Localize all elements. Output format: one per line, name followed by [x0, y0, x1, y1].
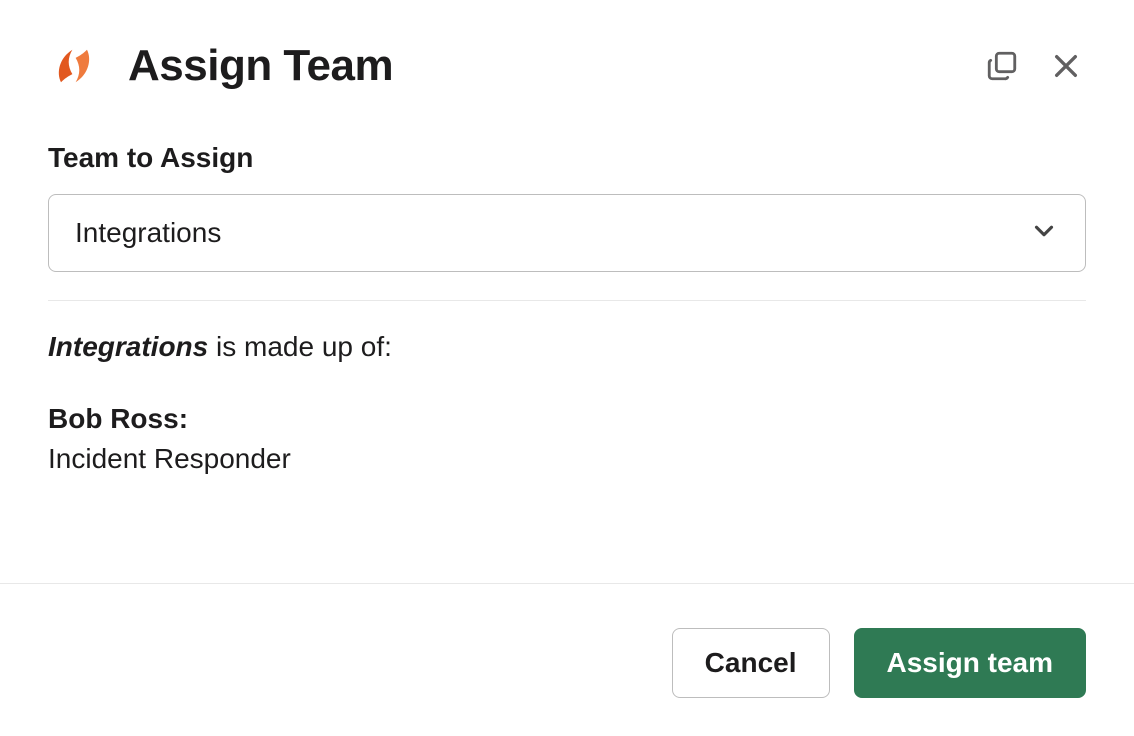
team-summary: Integrations is made up of:	[48, 331, 1086, 363]
member-role: Incident Responder	[48, 443, 1086, 475]
team-select[interactable]: Integrations	[48, 194, 1086, 272]
close-icon[interactable]	[1046, 46, 1086, 86]
header-actions	[982, 46, 1086, 86]
modal-footer: Cancel Assign team	[0, 583, 1134, 736]
modal-title: Assign Team	[128, 41, 982, 91]
summary-suffix: is made up of:	[208, 331, 392, 362]
cancel-button[interactable]: Cancel	[672, 628, 830, 698]
modal-header: Assign Team	[0, 0, 1134, 112]
summary-team-name: Integrations	[48, 331, 208, 362]
chevron-down-icon	[1029, 216, 1059, 251]
member-item: Bob Ross Incident Responder	[48, 403, 1086, 475]
member-name-line: Bob Ross	[48, 403, 1086, 435]
member-name: Bob Ross	[48, 403, 188, 434]
team-select-value: Integrations	[75, 217, 221, 249]
modal-body: Team to Assign Integrations Integrations…	[0, 112, 1134, 583]
app-logo-icon	[48, 40, 100, 92]
team-field-label: Team to Assign	[48, 142, 1086, 174]
divider	[48, 300, 1086, 301]
popout-icon[interactable]	[982, 46, 1022, 86]
member-list: Bob Ross Incident Responder	[48, 403, 1086, 475]
assign-team-modal: Assign Team Team to Assign Integrations	[0, 0, 1134, 736]
assign-team-button[interactable]: Assign team	[854, 628, 1087, 698]
